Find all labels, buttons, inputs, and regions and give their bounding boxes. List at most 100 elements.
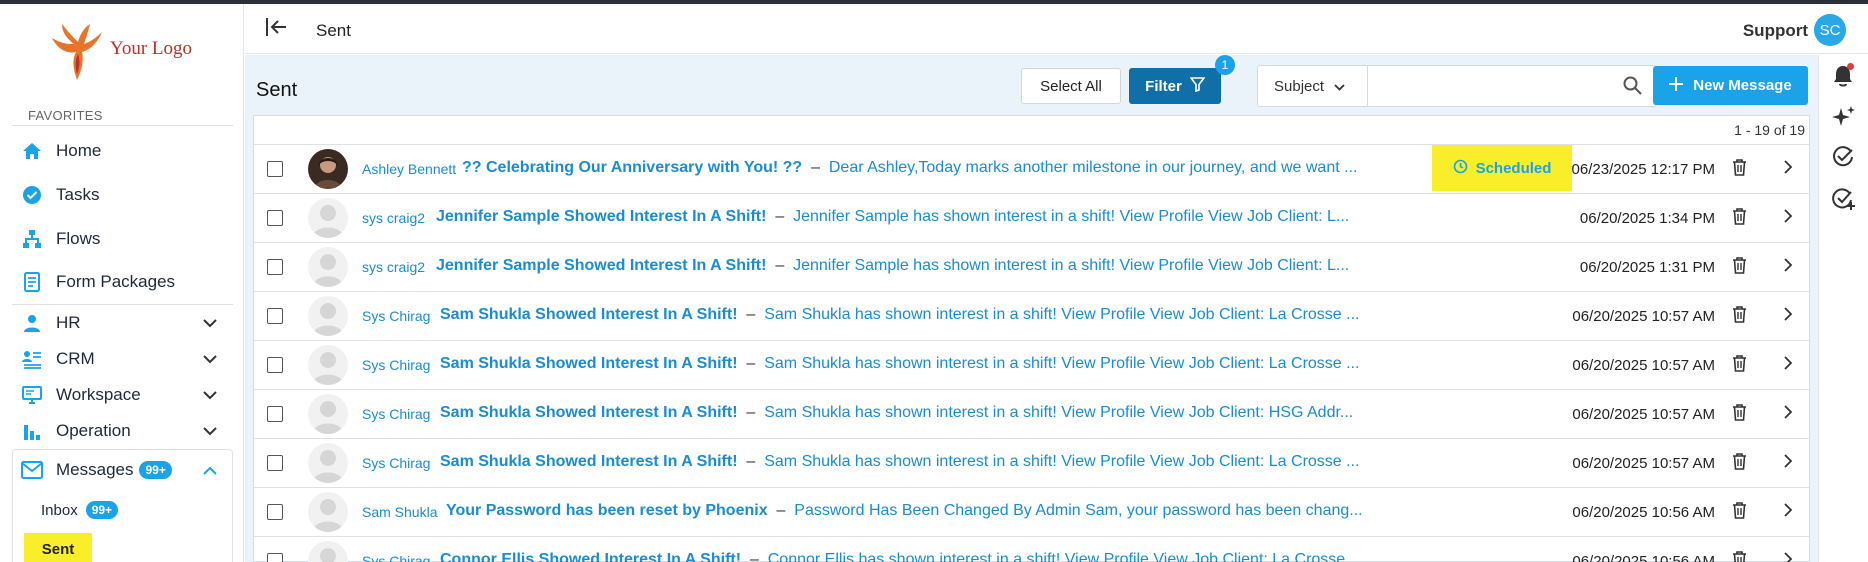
- sidebar-item-hr[interactable]: HR: [12, 304, 233, 342]
- dash-separator: –: [767, 502, 795, 519]
- search-icon[interactable]: [1623, 76, 1642, 100]
- collapse-sidebar-icon[interactable]: [265, 17, 287, 42]
- sender-name: Sys Chirag: [362, 357, 431, 373]
- search-input[interactable]: [1376, 77, 1596, 97]
- trash-icon[interactable]: [1732, 550, 1747, 562]
- search-bar: Subject: [1257, 65, 1657, 107]
- search-field-select[interactable]: Subject: [1258, 66, 1368, 106]
- sidebar-item-flows[interactable]: Flows: [12, 219, 233, 259]
- message-preview: Sam Shukla has shown interest in a shift…: [764, 404, 1354, 421]
- trash-icon[interactable]: [1732, 305, 1747, 328]
- phoenix-logo-icon: [52, 24, 102, 80]
- avatar: [308, 541, 348, 562]
- table-row[interactable]: Sys Chirag Sam Shukla Showed Interest In…: [254, 291, 1809, 340]
- sidebar-item-operation[interactable]: Operation: [12, 412, 233, 450]
- row-checkbox[interactable]: [267, 308, 283, 324]
- dash-separator: –: [737, 404, 765, 421]
- logo[interactable]: Your Logo: [48, 22, 208, 86]
- chevron-right-icon[interactable]: [1783, 159, 1793, 180]
- message-list: 1 - 19 of 19 Ashley Bennett ?? Celebrati…: [253, 115, 1810, 562]
- row-checkbox[interactable]: [267, 504, 283, 520]
- message-preview: Sam Shukla has shown interest in a shift…: [764, 355, 1360, 372]
- table-row[interactable]: sys craig2 Jennifer Sample Showed Intere…: [254, 242, 1809, 291]
- sidebar-item-tasks[interactable]: Tasks: [12, 175, 233, 215]
- new-message-button[interactable]: New Message: [1653, 66, 1808, 105]
- chevron-right-icon[interactable]: [1783, 404, 1793, 425]
- sidebar-subitem-sent[interactable]: Sent: [24, 533, 92, 562]
- top-header: Sent Support SC: [245, 4, 1868, 54]
- message-subject: Sam Shukla Showed Interest In A Shift!: [440, 453, 738, 470]
- message-summary[interactable]: Sam Shukla Showed Interest In A Shift! –…: [440, 404, 1353, 422]
- trash-icon[interactable]: [1732, 403, 1747, 426]
- mail-icon: [20, 458, 44, 482]
- select-all-button[interactable]: Select All: [1021, 68, 1121, 104]
- chevron-down-icon: [203, 421, 217, 441]
- table-row[interactable]: Sam Shukla Your Password has been reset …: [254, 487, 1809, 536]
- sidebar-subitem-inbox[interactable]: Inbox 99+: [41, 498, 119, 522]
- chevron-right-icon[interactable]: [1783, 257, 1793, 278]
- chevron-right-icon[interactable]: [1783, 502, 1793, 523]
- row-checkbox[interactable]: [267, 210, 283, 226]
- avatar: [308, 149, 348, 189]
- message-preview: Password Has Been Changed By Admin Sam, …: [794, 502, 1363, 519]
- sidebar-item-messages[interactable]: Messages 99+: [12, 449, 233, 491]
- support-link[interactable]: Support: [1743, 21, 1808, 41]
- row-checkbox[interactable]: [267, 455, 283, 471]
- table-row[interactable]: Sys Chirag Connor Ellis Showed Interest …: [254, 536, 1809, 562]
- avatar: [308, 296, 348, 336]
- row-checkbox[interactable]: [267, 553, 283, 562]
- message-preview: Sam Shukla has shown interest in a shift…: [764, 306, 1360, 323]
- avatar: [308, 198, 348, 238]
- row-checkbox[interactable]: [267, 259, 283, 275]
- row-checkbox[interactable]: [267, 357, 283, 373]
- table-row[interactable]: Sys Chirag Sam Shukla Showed Interest In…: [254, 389, 1809, 438]
- avatar[interactable]: SC: [1814, 14, 1846, 46]
- table-row[interactable]: Sys Chirag Sam Shukla Showed Interest In…: [254, 438, 1809, 487]
- sidebar-item-workspace[interactable]: Workspace: [12, 376, 233, 414]
- message-summary[interactable]: Connor Ellis Showed Interest In A Shift!…: [440, 551, 1363, 562]
- check-circle-outline-icon[interactable]: [1832, 146, 1856, 170]
- sidebar-item-label: CRM: [56, 349, 95, 368]
- message-summary[interactable]: ?? Celebrating Our Anniversary with You!…: [462, 159, 1357, 177]
- messages-count-badge: 99+: [139, 461, 172, 479]
- dash-separator: –: [737, 306, 765, 323]
- row-checkbox[interactable]: [267, 406, 283, 422]
- table-row[interactable]: Sys Chirag Sam Shukla Showed Interest In…: [254, 340, 1809, 389]
- trash-icon[interactable]: [1732, 501, 1747, 524]
- add-task-icon[interactable]: [1832, 187, 1856, 211]
- chevron-right-icon[interactable]: [1783, 453, 1793, 474]
- page-title: Sent: [256, 79, 298, 101]
- message-summary[interactable]: Sam Shukla Showed Interest In A Shift! –…: [440, 355, 1359, 373]
- chevron-right-icon[interactable]: [1783, 208, 1793, 229]
- table-row[interactable]: Ashley Bennett ?? Celebrating Our Annive…: [254, 144, 1809, 193]
- trash-icon[interactable]: [1732, 256, 1747, 279]
- trash-icon[interactable]: [1732, 207, 1747, 230]
- sidebar-item-crm[interactable]: CRM: [12, 340, 233, 378]
- sidebar-item-label: HR: [56, 313, 81, 332]
- flow-icon: [20, 227, 44, 251]
- filter-button[interactable]: Filter: [1129, 68, 1221, 104]
- avatar: [308, 443, 348, 483]
- chevron-right-icon[interactable]: [1783, 306, 1793, 327]
- bell-icon[interactable]: [1832, 63, 1856, 88]
- sidebar-item-home[interactable]: Home: [12, 131, 233, 171]
- sender-name: Ashley Bennett: [362, 161, 457, 177]
- message-summary[interactable]: Your Password has been reset by Phoenix …: [446, 502, 1363, 520]
- chevron-up-icon: [203, 460, 217, 480]
- message-summary[interactable]: Sam Shukla Showed Interest In A Shift! –…: [440, 453, 1359, 471]
- row-checkbox[interactable]: [267, 161, 283, 177]
- trash-icon[interactable]: [1732, 452, 1747, 475]
- sidebar-item-form-packages[interactable]: Form Packages: [12, 262, 233, 302]
- chevron-right-icon[interactable]: [1783, 355, 1793, 376]
- trash-icon[interactable]: [1732, 158, 1747, 181]
- chevron-right-icon[interactable]: [1783, 551, 1793, 562]
- trash-icon[interactable]: [1732, 354, 1747, 377]
- message-summary[interactable]: Jennifer Sample Showed Interest In A Shi…: [436, 208, 1349, 226]
- message-summary[interactable]: Jennifer Sample Showed Interest In A Shi…: [436, 257, 1349, 275]
- avatar: [308, 492, 348, 532]
- sent-date: 06/20/2025 10:57 AM: [1572, 308, 1715, 325]
- message-summary[interactable]: Sam Shukla Showed Interest In A Shift! –…: [440, 306, 1359, 324]
- table-row[interactable]: sys craig2 Jennifer Sample Showed Intere…: [254, 193, 1809, 242]
- sparkle-icon[interactable]: [1832, 105, 1856, 129]
- message-subject: Sam Shukla Showed Interest In A Shift!: [440, 306, 738, 323]
